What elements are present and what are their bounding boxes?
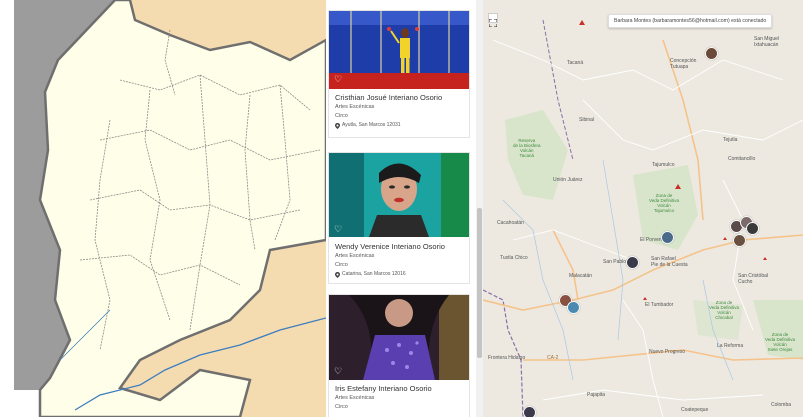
artist-category: Artes Escénicas — [335, 395, 375, 401]
heart-icon[interactable]: ♡ — [334, 367, 342, 376]
map-label: Tajumulco — [652, 162, 675, 168]
map-label: La Reforma — [717, 343, 744, 349]
district-map-svg — [0, 0, 326, 417]
road-label: CA-2 — [547, 355, 559, 361]
map-label: Tejutla — [723, 137, 738, 143]
artist-name[interactable]: Wendy Verenice Interiano Osorio — [335, 242, 465, 252]
map-label: Colomba — [771, 402, 792, 408]
map-label: San Miguel Ixtahuacán — [754, 36, 780, 48]
card-meta: Iris Estefany Interiano Osorio Artes Esc… — [335, 384, 465, 412]
map-base-layer — [483, 0, 803, 417]
map-label: Malacatán — [569, 273, 593, 279]
map-label: Frontera Hidalgo — [488, 355, 526, 361]
artist-subcategory: Circo — [335, 113, 348, 119]
connection-notification: Barbara Montes (barbaramontes56@hotmail.… — [608, 14, 773, 28]
card-list-scrollbar[interactable] — [476, 0, 483, 417]
protected-area-label: Reserva de la Biosfera Volcán Tacaná — [513, 138, 541, 158]
fullscreen-icon — [488, 18, 498, 28]
map-label: Concepción Tutuapa — [670, 58, 697, 70]
location-pin-icon — [335, 271, 340, 278]
artist-category: Artes Escénicas — [335, 253, 375, 259]
location-map[interactable]: Barbara Montes (barbaramontes56@hotmail.… — [483, 0, 803, 417]
artist-subcategory: Circo — [335, 404, 348, 410]
map-label: Cacahoatán — [497, 220, 524, 226]
map-label: San Pablo — [603, 259, 627, 265]
artist-card[interactable]: ♡ Wendy Verenice Interiano Osorio Artes … — [328, 152, 470, 284]
artist-category: Artes Escénicas — [335, 104, 375, 110]
artist-name[interactable]: Iris Estefany Interiano Osorio — [335, 384, 465, 394]
map-label: Comitancillo — [728, 156, 756, 162]
card-meta: Wendy Verenice Interiano Osorio Artes Es… — [335, 242, 465, 279]
map-label: Tacaná — [567, 60, 584, 66]
map-label: Unión Juárez — [553, 177, 583, 183]
card-meta: Cristhian Josué Interiano Osorio Artes E… — [335, 93, 465, 130]
location-pin-icon — [335, 122, 340, 129]
artist-card[interactable]: ♡ Cristhian Josué Interiano Osorio Artes… — [328, 10, 470, 138]
artist-map-marker[interactable] — [746, 222, 759, 235]
map-label: Nuevo Progreso — [649, 349, 686, 355]
heart-icon[interactable]: ♡ — [334, 225, 342, 234]
fullscreen-button[interactable] — [488, 13, 498, 28]
artist-map-marker[interactable] — [733, 234, 746, 247]
map-label: Tuxtla Chico — [500, 255, 528, 261]
scrollbar-thumb[interactable] — [477, 208, 482, 358]
map-label: San Rafael Pie de la Cuesta — [651, 256, 688, 268]
artist-location: Ayutla, San Marcos 12031 — [335, 121, 465, 130]
district-map[interactable] — [0, 0, 326, 417]
artist-name[interactable]: Cristhian Josué Interiano Osorio — [335, 93, 465, 103]
map-label: Coatepeque — [681, 407, 709, 413]
artist-photo[interactable] — [329, 295, 469, 380]
map-label: Sibinal — [579, 117, 595, 123]
artist-location: Catarina, San Marcos 12016 — [335, 270, 465, 279]
protected-area-label: Zona de Veda Definitiva Volcán Chicabal — [709, 300, 740, 320]
artist-map-marker[interactable] — [567, 301, 580, 314]
artist-subcategory: Circo — [335, 262, 348, 268]
artist-photo[interactable] — [329, 153, 469, 237]
map-label: El Tumbador — [645, 302, 674, 308]
map-label: San Cristóbal Cucho — [738, 273, 769, 285]
artist-map-marker[interactable] — [523, 406, 536, 417]
artist-photo[interactable] — [329, 11, 469, 89]
artist-map-marker[interactable] — [626, 256, 639, 269]
protected-area-label: Zona de Veda Definitiva Volcán Tajumulco — [649, 193, 680, 213]
protected-area-label: Zona de Veda Definitiva Volcán Siete Ore… — [765, 332, 796, 352]
heart-icon[interactable]: ♡ — [334, 75, 342, 84]
artist-location-text: Ayutla, San Marcos 12031 — [342, 122, 401, 128]
artist-card[interactable]: ♡ Iris Estefany Interiano Osorio Artes E… — [328, 294, 470, 417]
map-label: Pajapita — [587, 392, 606, 398]
artist-card-list[interactable]: ♡ Cristhian Josué Interiano Osorio Artes… — [326, 0, 476, 417]
artist-location-text: Catarina, San Marcos 12016 — [342, 271, 406, 277]
artist-map-marker[interactable] — [661, 231, 674, 244]
artist-map-marker[interactable] — [705, 47, 718, 60]
